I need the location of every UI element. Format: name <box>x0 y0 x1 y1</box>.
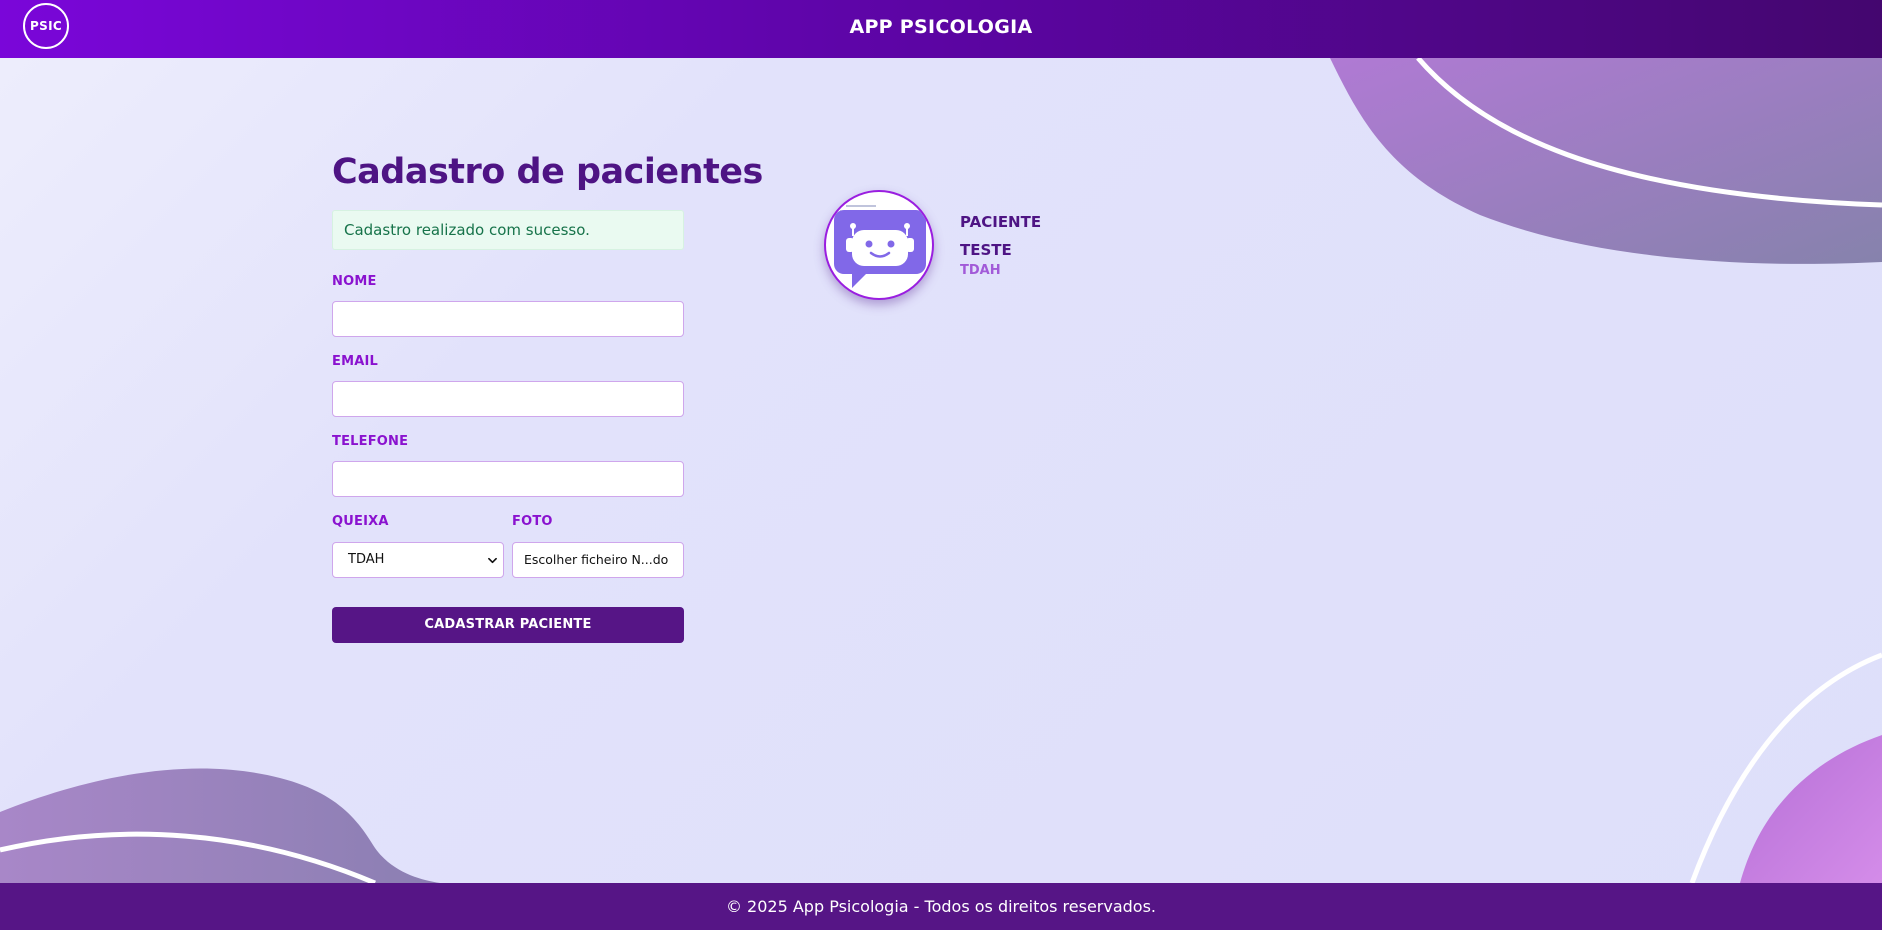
email-label: EMAIL <box>332 354 378 369</box>
top-navbar: PSIC APP PSICOLOGIA <box>0 0 1882 58</box>
page-title: Cadastro de pacientes <box>332 152 763 192</box>
queixa-select[interactable]: TDAH <box>332 542 504 578</box>
wave-line-top-right <box>1416 56 1882 208</box>
footer: © 2025 App Psicologia - Todos os direito… <box>0 883 1882 930</box>
patient-complaint: TDAH <box>960 263 1001 278</box>
submit-button[interactable]: CADASTRAR PACIENTE <box>332 607 684 643</box>
foto-label: FOTO <box>512 514 553 529</box>
success-alert: Cadastro realizado com sucesso. <box>332 210 684 250</box>
patient-name: PACIENTE TESTE <box>960 213 1042 259</box>
wave-bottom-right <box>1740 735 1882 883</box>
footer-copyright: © 2025 App Psicologia - Todos os direito… <box>725 897 1157 916</box>
queixa-label: QUEIXA <box>332 514 389 529</box>
chevron-down-icon <box>488 557 497 564</box>
telefone-input[interactable] <box>332 461 684 497</box>
robot-chat-icon <box>834 205 926 288</box>
wave-bottom-left <box>0 768 440 883</box>
background-decoration <box>0 56 1882 886</box>
patient-registration-form: Cadastro de pacientes Cadastro realizado… <box>332 146 763 643</box>
telefone-label: TELEFONE <box>332 434 409 449</box>
page: PSIC APP PSICOLOGIA Cadastro de paciente… <box>0 0 1882 930</box>
wave-line-bottom-right <box>1689 652 1882 884</box>
patient-avatar <box>824 190 934 300</box>
queixa-selected-value: TDAH <box>348 552 385 567</box>
app-title: APP PSICOLOGIA <box>849 16 1033 38</box>
nome-label: NOME <box>332 274 377 289</box>
nome-input[interactable] <box>332 301 684 337</box>
wave-top-right <box>1330 58 1882 264</box>
foto-file-input[interactable]: Escolher ficheiro N...do <box>512 542 684 578</box>
email-input[interactable] <box>332 381 684 417</box>
wave-line-bottom-left <box>0 831 376 886</box>
